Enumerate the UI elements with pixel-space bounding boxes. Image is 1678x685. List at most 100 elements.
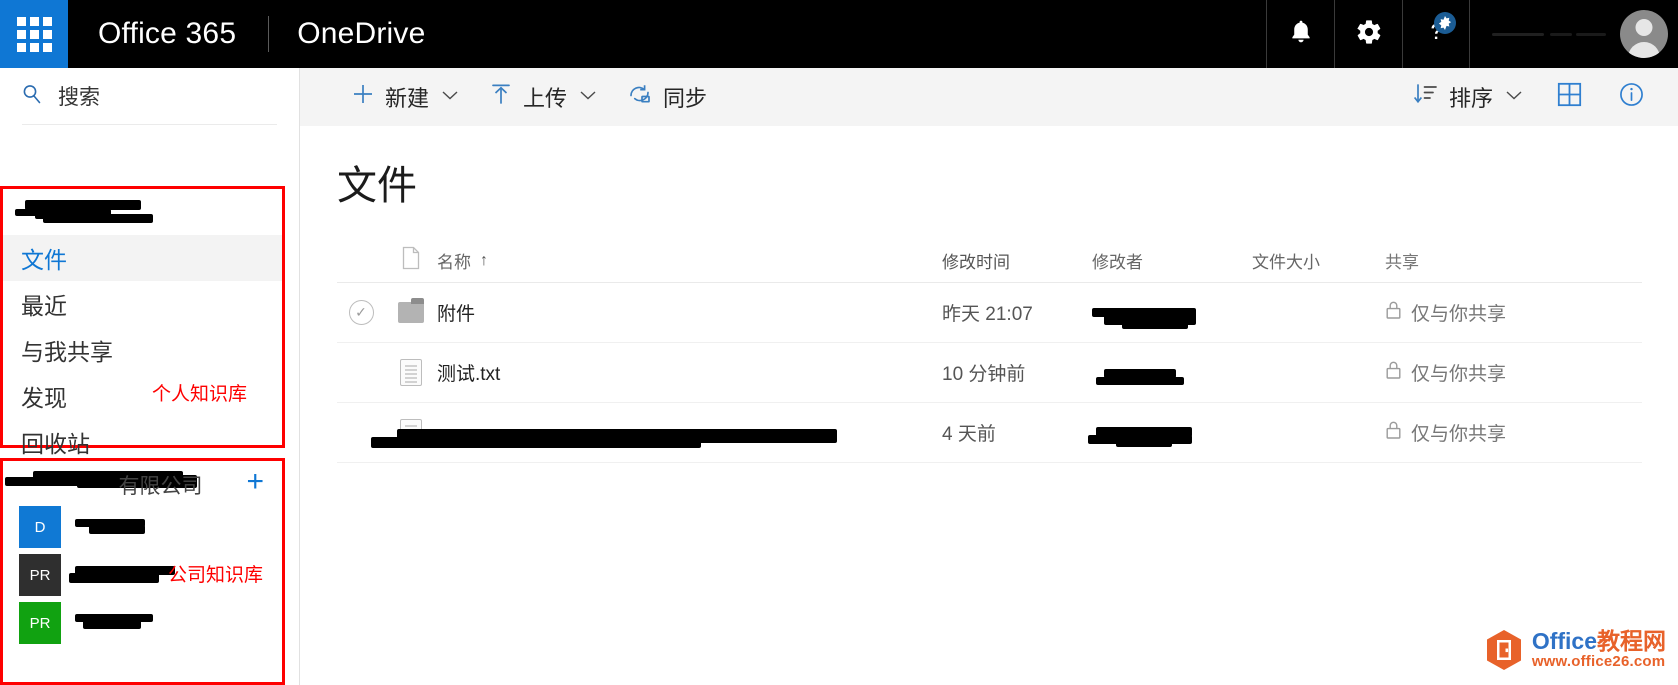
column-header-name-label: 名称 — [437, 253, 471, 272]
text-document-icon — [400, 359, 422, 386]
row-sharing-label: 仅与你共享 — [1411, 424, 1507, 445]
site-name-redacted — [75, 517, 282, 537]
row-select-checkbox[interactable]: ✓ — [337, 300, 385, 325]
sidebar-site-item[interactable]: D — [3, 503, 282, 551]
page-title: 文件 — [337, 164, 417, 208]
sync-button[interactable]: 同步 — [612, 68, 722, 126]
search-placeholder-text: 搜索 — [58, 86, 100, 109]
app-launcher-button[interactable] — [0, 0, 68, 68]
column-header-name[interactable]: 名称 ↑ — [437, 248, 942, 273]
suite-icon-group — [1266, 0, 1470, 68]
file-type-column-header[interactable] — [385, 246, 437, 275]
column-header-size[interactable]: 文件大小 — [1252, 248, 1385, 273]
sidebar-item-label: 最近 — [21, 293, 67, 319]
personal-library-highlight-box: 文件 最近 与我共享 发现 回收站 — [0, 186, 285, 457]
row-file-name[interactable]: 测试.txt — [437, 359, 942, 386]
upload-label: 上传 — [523, 86, 568, 111]
sidebar-item-label: 文件 — [21, 247, 67, 273]
table-row[interactable]: 4 天前 仅与你共享 — [337, 403, 1642, 463]
sort-icon — [1413, 82, 1439, 112]
app-name[interactable]: OneDrive — [269, 0, 453, 68]
site-tile-icon: PR — [19, 602, 61, 644]
upload-button[interactable]: 上传 — [474, 68, 612, 126]
chevron-down-icon — [441, 88, 459, 106]
check-circle-icon[interactable]: ✓ — [348, 300, 374, 325]
row-modified: 昨天 21:07 — [942, 304, 1033, 325]
help-button[interactable] — [1402, 0, 1470, 68]
info-pane-button[interactable] — [1600, 68, 1662, 126]
column-header-modified[interactable]: 修改时间 — [942, 248, 1092, 273]
site-tile-icon: PR — [19, 554, 61, 596]
file-list: 名称 ↑ 修改时间 修改者 文件大小 共享 ✓ 附件 昨天 21:07 仅与你共… — [337, 239, 1642, 463]
row-file-name[interactable]: 附件 — [437, 299, 942, 326]
table-row[interactable]: ✓ 附件 昨天 21:07 仅与你共享 — [337, 283, 1642, 343]
upload-arrow-icon — [489, 82, 513, 112]
sidebar-item-label: 回收站 — [21, 431, 90, 457]
suite-spacer — [454, 0, 1266, 68]
row-sharing-label: 仅与你共享 — [1411, 364, 1507, 385]
sidebar-item-files[interactable]: 文件 — [3, 235, 282, 281]
row-sharing[interactable]: 仅与你共享 — [1385, 419, 1615, 446]
sync-icon — [627, 82, 653, 112]
row-sharing[interactable]: 仅与你共享 — [1385, 359, 1615, 386]
sidebar-item-shared-with-me[interactable]: 与我共享 — [3, 327, 282, 373]
folder-icon — [398, 298, 424, 323]
command-bar: 新建 上传 同步 排序 — [300, 68, 1678, 126]
sort-ascending-icon: ↑ — [480, 251, 488, 269]
notifications-button[interactable] — [1266, 0, 1334, 68]
information-icon — [1618, 81, 1645, 113]
file-list-header: 名称 ↑ 修改时间 修改者 文件大小 共享 — [337, 239, 1642, 283]
site-tile-icon: D — [19, 506, 61, 548]
owner-name-redacted — [15, 197, 155, 227]
company-header: 有限公司 + — [3, 461, 282, 503]
sidebar-item-label: 与我共享 — [21, 339, 113, 365]
lock-icon — [1385, 360, 1402, 386]
gear-icon — [1355, 18, 1383, 51]
sort-label: 排序 — [1448, 86, 1493, 111]
view-switcher-button[interactable] — [1538, 68, 1600, 126]
chevron-down-icon — [579, 88, 597, 106]
office-logo-icon — [1485, 629, 1523, 671]
lock-icon — [1385, 420, 1402, 446]
suite-bar: Office 365 OneDrive — [0, 0, 1678, 68]
search-divider — [22, 124, 277, 125]
row-modified: 4 天前 — [942, 424, 996, 445]
sidebar-item-recent[interactable]: 最近 — [3, 281, 282, 327]
help-badge — [1434, 12, 1456, 34]
avatar[interactable] — [1620, 10, 1668, 58]
avatar-body — [1628, 42, 1660, 58]
main-content: 文件 名称 ↑ 修改时间 修改者 文件大小 共享 ✓ 附件 昨天 21:07 仅… — [300, 126, 1678, 685]
row-file-icon — [385, 359, 437, 386]
row-sharing[interactable]: 仅与你共享 — [1385, 299, 1615, 326]
sidebar-item-label: 发现 — [21, 385, 67, 411]
row-modified: 10 分钟前 — [942, 364, 1026, 385]
chevron-down-icon — [1505, 88, 1523, 106]
onedrive-page: Office 365 OneDrive 搜索 文件 最近 与我共享 发现 回收站… — [0, 0, 1678, 685]
watermark: Office教程网 www.office26.com — [1485, 629, 1666, 671]
sidebar-site-item[interactable]: PR — [3, 599, 282, 647]
new-button[interactable]: 新建 — [336, 68, 474, 126]
column-header-modified-by[interactable]: 修改者 — [1092, 248, 1252, 273]
sync-label: 同步 — [663, 86, 708, 111]
watermark-title: Office教程网 — [1532, 628, 1666, 654]
annotation-company-library: 公司知识库 — [168, 565, 264, 586]
plus-icon — [351, 82, 375, 112]
sort-button[interactable]: 排序 — [1398, 68, 1538, 126]
watermark-url: www.office26.com — [1531, 653, 1666, 670]
left-navigation-rail: 搜索 文件 最近 与我共享 发现 回收站 个人知识库 有限公司 + D PR P… — [0, 68, 300, 685]
user-name-redacted — [1470, 0, 1620, 68]
grid-view-icon — [1556, 81, 1583, 113]
row-file-icon — [385, 298, 437, 323]
lock-icon — [1385, 300, 1402, 326]
column-header-sharing[interactable]: 共享 — [1385, 248, 1615, 273]
company-name-redacted: 有限公司 — [5, 469, 240, 498]
bell-icon — [1287, 17, 1315, 52]
settings-button[interactable] — [1334, 0, 1402, 68]
add-site-button[interactable]: + — [240, 467, 270, 497]
company-name-suffix: 有限公司 — [118, 475, 203, 498]
suite-brand[interactable]: Office 365 — [68, 0, 268, 68]
watermark-title-cn: 教程网 — [1597, 628, 1666, 655]
table-row[interactable]: 测试.txt 10 分钟前 仅与你共享 — [337, 343, 1642, 403]
search-input[interactable]: 搜索 — [0, 68, 299, 124]
document-icon — [401, 246, 421, 275]
